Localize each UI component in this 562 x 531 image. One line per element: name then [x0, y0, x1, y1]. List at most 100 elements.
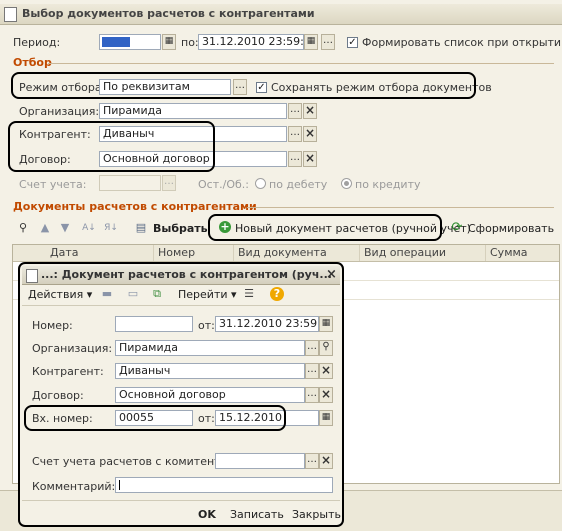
contract-field[interactable]: Основной договор	[115, 387, 305, 403]
column-header-doc-type[interactable]: Вид документа	[234, 245, 360, 261]
column-header-sum[interactable]: Сумма	[486, 245, 559, 261]
goto-menu[interactable]: Перейти ▾	[178, 288, 237, 301]
clear-icon[interactable]: ×	[319, 387, 333, 403]
credit-label: по кредиту	[355, 178, 421, 191]
form-on-open-label: Формировать список при открытии	[362, 36, 562, 49]
dialog-titlebar: ...: Документ расчетов с контрагентом (р…	[22, 266, 340, 285]
section-divider	[48, 63, 554, 64]
close-button[interactable]: Закрыть	[292, 508, 341, 521]
ellipsis-button[interactable]: …	[305, 340, 319, 356]
balance-label: Ост./Об.:	[198, 178, 249, 191]
credit-radio[interactable]	[341, 178, 352, 189]
document-icon	[4, 7, 17, 22]
new-document-button[interactable]: Новый документ расчетов (ручной учет)	[235, 222, 471, 235]
add-icon[interactable]: +	[219, 221, 231, 233]
selection-section-title: Отбор	[13, 56, 52, 69]
column-header-operation[interactable]: Вид операции	[360, 245, 486, 261]
organization-field[interactable]: Пирамида	[115, 340, 305, 356]
period-end-field[interactable]: 31.12.2010 23:59:59	[198, 34, 304, 50]
section-divider	[247, 207, 554, 208]
contractor-label: Контрагент:	[19, 128, 91, 141]
ellipsis-button[interactable]: …	[162, 175, 176, 191]
ellipsis-button[interactable]: …	[288, 126, 302, 142]
documents-section-title: Документы расчетов с контрагентами	[13, 200, 257, 213]
structure-icon[interactable]: ☰	[242, 287, 256, 301]
mode-select[interactable]: По реквизитам	[99, 79, 231, 95]
contractor-label: Контрагент:	[32, 365, 104, 378]
incoming-number-field[interactable]: 00055	[115, 410, 193, 426]
calendar-icon[interactable]: ▦	[319, 410, 333, 426]
arrow-down-icon[interactable]: ▼	[58, 221, 72, 235]
list-icon[interactable]: ▭	[126, 287, 140, 301]
select-icon[interactable]: ▤	[134, 221, 148, 235]
main-window: Выбор документов расчетов с контрагентам…	[0, 0, 562, 531]
organization-label: Организация:	[32, 342, 113, 355]
period-start-field[interactable]	[99, 34, 161, 50]
number-label: Номер:	[32, 319, 73, 332]
calendar-icon[interactable]: ▦	[319, 316, 333, 332]
account-field[interactable]	[99, 175, 161, 191]
close-icon[interactable]: ×	[326, 266, 337, 284]
incoming-date-field[interactable]: 15.12.2010	[215, 410, 319, 426]
ellipsis-button[interactable]: …	[233, 79, 247, 95]
period-to-label: по:	[181, 36, 199, 49]
organization-label: Организация:	[19, 105, 100, 118]
ellipsis-button[interactable]: …	[305, 453, 319, 469]
ellipsis-button[interactable]: …	[288, 103, 302, 119]
refresh-icon[interactable]: ⟳	[450, 221, 464, 235]
clear-icon[interactable]: ×	[319, 363, 333, 379]
calendar-icon[interactable]: ▦	[162, 34, 176, 50]
column-header-date[interactable]: Дата	[46, 245, 154, 261]
window-titlebar: Выбор документов расчетов с контрагентам…	[0, 4, 562, 25]
dialog-title: ...: Документ расчетов с контрагентом (р…	[41, 268, 332, 281]
contractor-field[interactable]: Диваныч	[115, 363, 305, 379]
window-title: Выбор документов расчетов с контрагентам…	[22, 7, 315, 20]
copy-icon[interactable]: ⧉	[150, 287, 164, 301]
clear-icon[interactable]: ×	[303, 126, 317, 142]
from-label: от:	[198, 319, 215, 332]
contract-field[interactable]: Основной договор	[99, 151, 287, 167]
clear-icon[interactable]: ×	[303, 103, 317, 119]
sort-asc-icon[interactable]: A↓	[82, 221, 96, 235]
period-label: Период:	[13, 36, 61, 49]
ellipsis-button[interactable]: …	[305, 363, 319, 379]
clear-icon[interactable]: ×	[319, 453, 333, 469]
select-button[interactable]: Выбрать	[153, 222, 208, 235]
incoming-number-label: Вх. номер:	[32, 412, 93, 425]
clear-icon[interactable]: ×	[303, 151, 317, 167]
actions-menu[interactable]: Действия ▾	[28, 288, 92, 301]
contract-label: Договор:	[32, 389, 84, 402]
save-mode-checkbox[interactable]: ✓	[256, 82, 267, 93]
form-on-open-checkbox[interactable]: ✓	[347, 37, 358, 48]
organization-field[interactable]: Пирамида	[99, 103, 287, 119]
comment-label: Комментарий:	[32, 480, 116, 493]
incoming-from-label: от:	[198, 412, 215, 425]
ellipsis-button[interactable]: …	[321, 34, 335, 50]
column-header-number[interactable]: Номер	[154, 245, 234, 261]
number-field[interactable]	[115, 316, 193, 332]
search-icon[interactable]: ⚲	[16, 221, 30, 235]
commission-account-field[interactable]	[215, 453, 305, 469]
date-field[interactable]: 31.12.2010 23:59:59	[215, 316, 319, 332]
arrow-up-icon[interactable]: ▲	[38, 221, 52, 235]
ok-button[interactable]: OK	[198, 508, 216, 521]
form-button[interactable]: Сформировать	[468, 222, 554, 235]
contract-label: Договор:	[19, 153, 71, 166]
post-icon[interactable]: ▬	[100, 287, 114, 301]
period-start-selection	[102, 37, 130, 47]
save-mode-label: Сохранять режим отбора документов	[271, 81, 492, 94]
document-icon	[26, 269, 38, 283]
ellipsis-button[interactable]: …	[288, 151, 302, 167]
debit-radio[interactable]	[255, 178, 266, 189]
ellipsis-button[interactable]: …	[305, 387, 319, 403]
contractor-field[interactable]: Диваныч	[99, 126, 287, 142]
sort-desc-icon[interactable]: Я↓	[104, 221, 118, 235]
calendar-icon[interactable]: ▦	[304, 34, 318, 50]
search-icon[interactable]: ⚲	[319, 340, 333, 356]
document-dialog: ...: Документ расчетов с контрагентом (р…	[18, 262, 344, 527]
comment-field[interactable]	[115, 477, 333, 493]
save-button[interactable]: Записать	[230, 508, 284, 521]
debit-label: по дебету	[269, 178, 328, 191]
help-icon[interactable]: ?	[270, 287, 284, 301]
commission-account-label: Счет учета расчетов с комитентом:	[32, 455, 240, 468]
